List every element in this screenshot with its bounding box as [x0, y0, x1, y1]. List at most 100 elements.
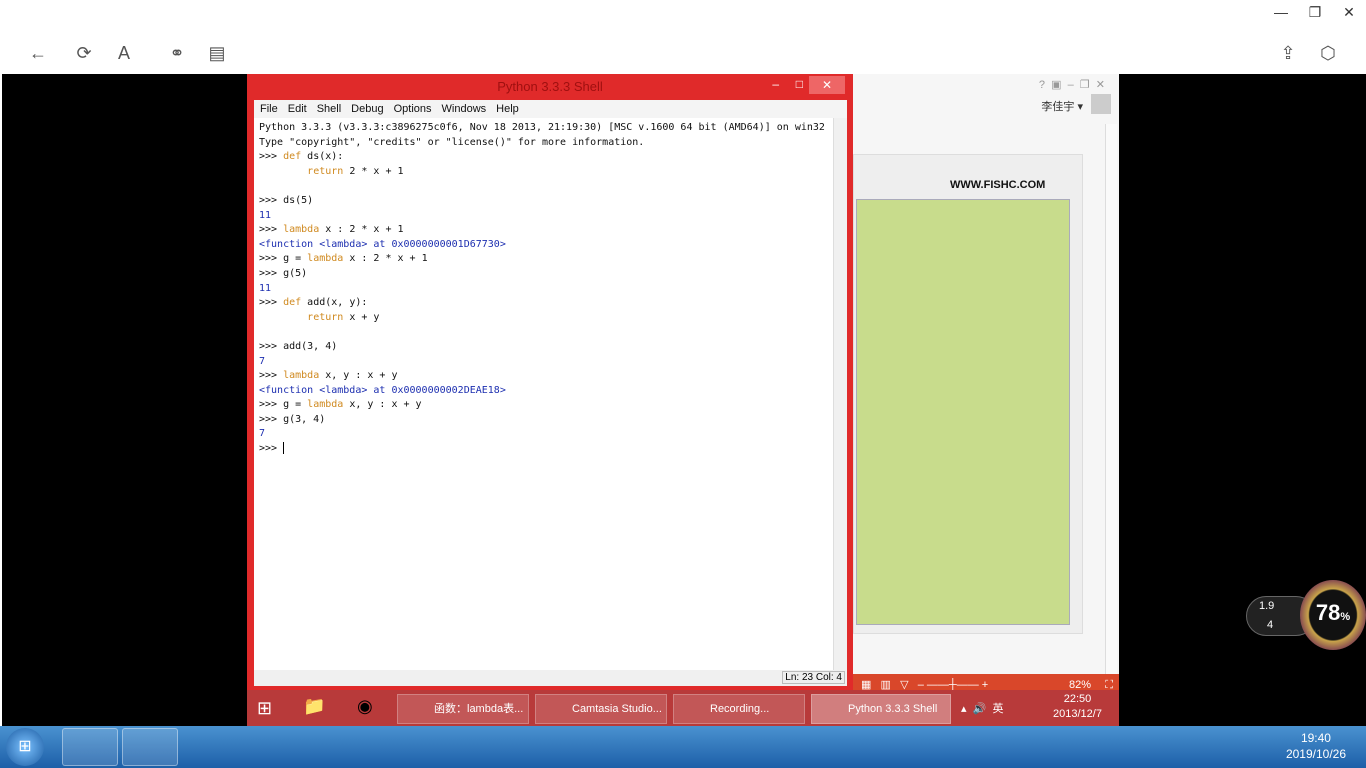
slide-content — [856, 199, 1070, 625]
win8-clock[interactable]: 22:50 2013/12/7 — [1053, 692, 1102, 722]
shell-line: >>> g(3, 4) — [259, 413, 825, 428]
output-text: 11 — [259, 282, 272, 294]
code-text: >>> g = — [259, 399, 308, 411]
menu-debug[interactable]: Debug — [351, 103, 383, 115]
shell-line: >>> def ds(x): — [259, 150, 825, 165]
code-text: >>> — [259, 370, 284, 382]
cpu-gauge: 78% — [1300, 580, 1366, 650]
code-text: >>> g(3, 4) — [259, 413, 326, 425]
output-text: 7 — [259, 428, 266, 440]
wechat-icon[interactable] — [122, 728, 178, 766]
tray-icons[interactable]: ▴ 🔊 英 — [961, 700, 1003, 716]
code-text: >>> add(3, 4) — [259, 340, 338, 352]
shell-line: >>> def add(x, y): — [259, 296, 825, 311]
taskbar-item-python-shell[interactable]: Python 3.3.3 Shell — [811, 694, 951, 724]
menu-file[interactable]: File — [260, 103, 278, 115]
chrome-icon[interactable]: ◉ — [357, 696, 373, 717]
shell-line: 11 — [259, 209, 825, 224]
taskbar-item-powerpoint[interactable]: 函数：lambda表... — [397, 694, 529, 724]
ppt-scrollbar[interactable] — [1105, 124, 1117, 684]
shell-line: >>> g(5) — [259, 267, 825, 282]
shell-line: <function <lambda> at 0x0000000001D67730… — [259, 238, 825, 253]
back-icon[interactable]: ← — [27, 42, 49, 64]
code-text: >>> g(5) — [259, 267, 308, 279]
explorer-icon[interactable]: 📁 — [303, 696, 325, 717]
close-icon[interactable]: ✕ — [809, 76, 845, 94]
code-text: Type "copyright", "credits" or "license(… — [259, 136, 645, 148]
share-icon[interactable]: ⇪ — [1277, 42, 1299, 64]
taskbar-item-recording[interactable]: Recording... — [673, 694, 805, 724]
taskbar-item-camtasia[interactable]: Camtasia Studio... — [535, 694, 667, 724]
ppt-user[interactable]: 李佳宇 ▾ — [1041, 98, 1083, 114]
restore-button[interactable]: ❐ — [1305, 4, 1325, 21]
code-text: x : 2 * x + 1 — [343, 253, 428, 265]
ppt-window-controls[interactable]: ? ▣ – ❐ ✕ — [1039, 78, 1105, 91]
keyword: return — [307, 165, 344, 177]
minimize-icon[interactable]: – — [772, 77, 779, 91]
menu-windows[interactable]: Windows — [442, 103, 487, 115]
code-text: x : 2 * x + 1 — [319, 224, 404, 236]
menu-shell[interactable]: Shell — [317, 103, 341, 115]
code-text: x, y : x + y — [343, 399, 422, 411]
menu-edit[interactable]: Edit — [288, 103, 307, 115]
keyword: def — [283, 297, 302, 309]
windows-start-icon[interactable]: ⊞ — [257, 698, 272, 719]
shell-text-area[interactable]: Python 3.3.3 (v3.3.3:c3896275c0f6, Nov 1… — [254, 118, 847, 670]
output-text: <function <lambda> at 0x0000000002DEAE18… — [259, 384, 506, 396]
code-text: ds(x): — [301, 151, 344, 163]
code-text: x + y — [343, 311, 380, 323]
code-text: x, y : x + y — [319, 370, 398, 382]
shell-line: >>> lambda x : 2 * x + 1 — [259, 223, 825, 238]
text-cursor — [283, 442, 285, 455]
shell-line: <function <lambda> at 0x0000000002DEAE18… — [259, 384, 825, 399]
win7-taskbar: ⊞ 19:40 2019/10/26 — [0, 726, 1366, 768]
code-text: 2 * x + 1 — [343, 165, 404, 177]
slide: WWW.FISHC.COM — [853, 154, 1083, 634]
menu-help[interactable]: Help — [496, 103, 519, 115]
scrollbar[interactable] — [833, 118, 847, 670]
minimize-button[interactable]: — — [1271, 4, 1291, 20]
keyword: return — [307, 311, 344, 323]
start-orb-icon[interactable]: ⊞ — [6, 728, 44, 766]
output-text: <function <lambda> at 0x0000000001D67730… — [259, 238, 506, 250]
window-title: Python 3.3.3 Shell — [497, 79, 603, 94]
win8-taskbar: ⊞ 📁 ◉ 函数：lambda表... Camtasia Studio... R… — [247, 690, 1119, 726]
edge-icon[interactable] — [62, 728, 118, 766]
menu-options[interactable]: Options — [394, 103, 432, 115]
code-text: add(x, y): — [301, 297, 368, 309]
refresh-icon[interactable]: ⟳ — [73, 42, 95, 64]
window-icon[interactable]: ▤ — [206, 42, 228, 64]
site-label: WWW.FISHC.COM — [950, 179, 1046, 191]
keyword: lambda — [283, 370, 320, 382]
shell-line: return 2 * x + 1 — [259, 165, 825, 180]
close-button[interactable]: ✕ — [1339, 4, 1359, 21]
shell-line: Type "copyright", "credits" or "license(… — [259, 136, 825, 151]
code-text: >>> g = — [259, 253, 308, 265]
shell-line: 7 — [259, 355, 825, 370]
powerpoint-window: ? ▣ – ❐ ✕ 李佳宇 ▾ WWW.FISHC.COM ▦ ▥ ▽ – ——… — [853, 74, 1119, 696]
cube-icon[interactable]: ⬡ — [1317, 42, 1339, 64]
python-shell-window: Python 3.3.3 Shell – □ ✕ File Edit Shell De… — [247, 74, 853, 690]
shell-line: 11 — [259, 282, 825, 297]
shell-line: >>> add(3, 4) — [259, 340, 825, 355]
shell-line: >>> g = lambda x : 2 * x + 1 — [259, 252, 825, 267]
code-text: >>> — [259, 443, 284, 455]
keyword: lambda — [307, 253, 344, 265]
code-text: Python 3.3.3 (v3.3.3:c3896275c0f6, Nov 1… — [259, 122, 825, 133]
maximize-icon[interactable]: □ — [796, 77, 803, 91]
keyword: lambda — [283, 224, 320, 236]
output-text: 7 — [259, 355, 266, 367]
shell-line: >>> — [259, 442, 825, 457]
browser-toolbar: ← ⟳ A ⚭ ▤ ⇪ ⬡ — ❐ ✕ — [0, 0, 1366, 74]
keyword: def — [283, 151, 302, 163]
font-icon[interactable]: A — [113, 42, 135, 64]
link-icon[interactable]: ⚭ — [166, 42, 188, 64]
code-text: >>> ds(5) — [259, 194, 314, 206]
keyword: lambda — [307, 399, 344, 411]
avatar[interactable] — [1091, 94, 1111, 114]
win7-clock[interactable]: 19:40 2019/10/26 — [1286, 730, 1346, 762]
shell-line: return x + y — [259, 311, 825, 326]
